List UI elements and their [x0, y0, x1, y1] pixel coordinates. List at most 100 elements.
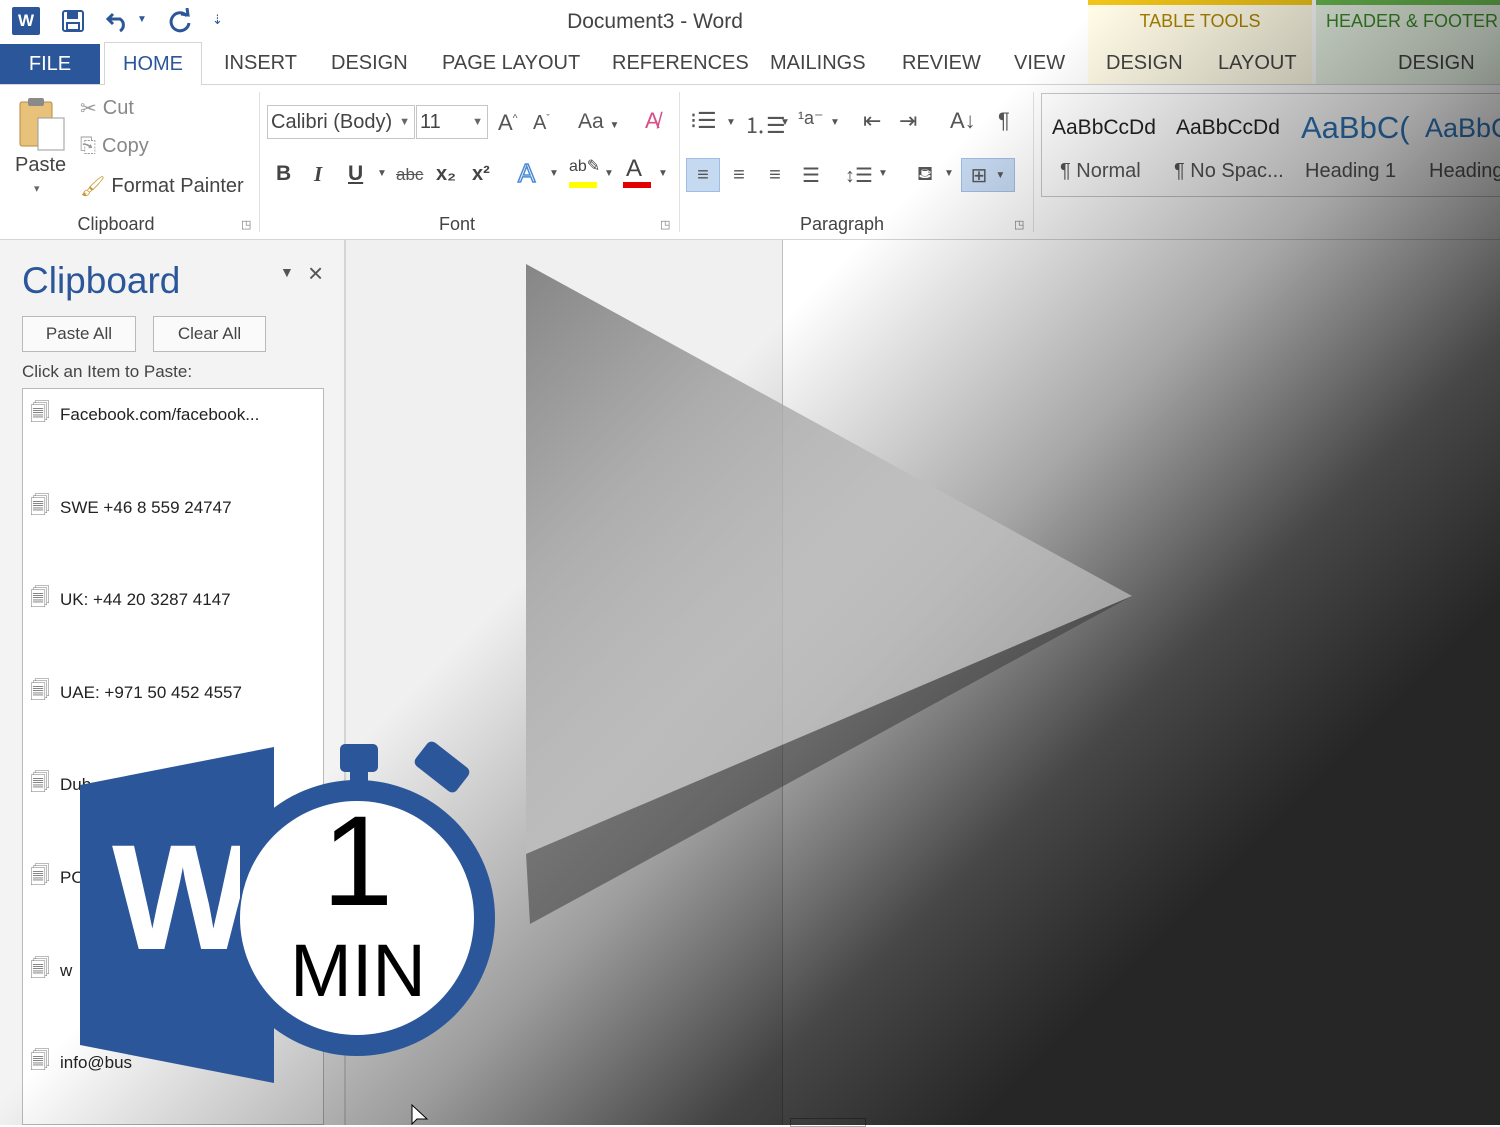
style-heading2-label[interactable]: Heading	[1429, 160, 1500, 183]
clipboard-item[interactable]: 🗐 UAE: +971 50 452 4557	[30, 676, 242, 710]
document-icon: 🗐	[30, 495, 50, 517]
highlight-color-swatch	[569, 182, 597, 188]
multilevel-list-icon[interactable]: ¹a⁻	[798, 108, 824, 129]
chevron-down-icon[interactable]: ▼	[549, 168, 559, 179]
tab-design[interactable]: DESIGN	[331, 52, 408, 75]
document-icon: 🗐	[30, 587, 50, 609]
close-icon[interactable]: ×	[308, 258, 323, 289]
chevron-down-icon[interactable]: ▼	[377, 168, 387, 179]
clipboard-launcher-icon[interactable]: ◳	[241, 218, 253, 231]
superscript-button[interactable]: x²	[472, 163, 490, 186]
chevron-down-icon[interactable]: ▼	[658, 168, 668, 179]
tab-review[interactable]: REVIEW	[902, 52, 981, 75]
tab-references[interactable]: REFERENCES	[612, 52, 749, 75]
table-move-handle[interactable]	[790, 1118, 866, 1127]
shading-icon[interactable]: ⛾	[908, 158, 942, 192]
chevron-down-icon[interactable]: ▼	[726, 117, 736, 128]
tab-page-layout[interactable]: PAGE LAYOUT	[442, 52, 580, 75]
paste-instruction: Click an Item to Paste:	[22, 362, 193, 381]
chevron-down-icon[interactable]: ▼	[780, 117, 790, 128]
pane-options-icon[interactable]: ▼	[280, 264, 294, 280]
font-color-icon[interactable]: A	[626, 155, 642, 183]
align-right-icon[interactable]: ≡	[758, 158, 792, 192]
style-no-spacing-label[interactable]: ¶ No Spac...	[1174, 160, 1284, 183]
font-size-combo[interactable]: 11 ▼	[416, 105, 488, 139]
clear-formatting-icon[interactable]: A̸	[645, 108, 660, 134]
chevron-down-icon[interactable]: ▼	[830, 117, 840, 128]
mouse-cursor-icon	[411, 1104, 429, 1125]
font-size-value: 11	[420, 110, 441, 133]
chevron-down-icon: ▼	[609, 120, 620, 131]
subscript-button[interactable]: x₂	[436, 163, 456, 186]
clipboard-item-text: Facebook.com/facebook...	[59, 405, 260, 424]
document-icon: 🗐	[30, 772, 50, 794]
chevron-down-icon[interactable]: ▼	[878, 168, 888, 179]
copy-icon: ⎘	[80, 135, 96, 157]
tab-mailings[interactable]: MAILINGS	[770, 52, 866, 75]
increase-indent-icon[interactable]: ⇥	[899, 108, 917, 134]
group-divider	[679, 92, 680, 232]
highlight-icon[interactable]: ab✎	[569, 156, 600, 176]
clipboard-item[interactable]: 🗐 SWE +46 8 559 24747	[30, 491, 232, 525]
stopwatch-unit: MIN	[290, 929, 426, 1012]
document-icon: 🗐	[30, 865, 50, 887]
decrease-indent-icon[interactable]: ⇤	[863, 108, 881, 134]
style-normal-sample[interactable]: AaBbCcDd	[1052, 116, 1156, 140]
change-case-button[interactable]: Aa ▼	[578, 110, 619, 134]
copy-label: Copy	[102, 135, 149, 157]
paste-button[interactable]: Paste	[15, 154, 66, 177]
paragraph-group-label: Paragraph	[799, 214, 885, 234]
paragraph-launcher-icon[interactable]: ◳	[1014, 218, 1026, 231]
sort-icon[interactable]: A↓	[950, 108, 976, 134]
header-footer-tools-title: HEADER & FOOTER T	[1326, 11, 1500, 31]
shrink-font-icon[interactable]: Aˇ	[533, 112, 550, 135]
tab-header-footer-design[interactable]: DESIGN	[1398, 52, 1475, 75]
cut-button[interactable]: ✂ Cut	[80, 96, 134, 121]
play-icon[interactable]	[520, 258, 1140, 930]
group-divider	[259, 92, 260, 232]
style-normal-label[interactable]: ¶ Normal	[1060, 160, 1141, 183]
underline-button[interactable]: U	[348, 162, 363, 186]
clipboard-item[interactable]: 🗐 Facebook.com/facebook...	[30, 398, 259, 432]
show-formatting-marks-icon[interactable]: ¶	[998, 108, 1010, 134]
style-heading1-sample[interactable]: AaBbC(	[1301, 110, 1410, 146]
copy-button[interactable]: ⎘ Copy	[80, 135, 149, 158]
paste-icon[interactable]	[14, 96, 68, 152]
style-heading1-label[interactable]: Heading 1	[1305, 160, 1396, 183]
font-name-combo[interactable]: Calibri (Body) ▼	[267, 105, 415, 139]
strikethrough-button[interactable]: abc	[396, 165, 423, 185]
font-color-swatch	[623, 182, 651, 188]
clipboard-group-label: Clipboard	[77, 214, 155, 234]
clipboard-item[interactable]: 🗐 PO	[30, 861, 85, 895]
align-left-icon[interactable]: ≡	[686, 158, 720, 192]
chevron-down-icon[interactable]: ▼	[944, 168, 954, 179]
grow-font-icon[interactable]: A^	[498, 110, 517, 136]
clipboard-item-text: SWE +46 8 559 24747	[59, 498, 232, 517]
format-painter-button[interactable]: 🖌 Format Painter	[80, 174, 244, 199]
chevron-down-icon: ▼	[995, 169, 1006, 181]
tab-home[interactable]: HOME	[104, 42, 202, 86]
align-center-icon[interactable]: ≡	[722, 158, 756, 192]
bold-button[interactable]: B	[276, 162, 291, 186]
paste-all-button[interactable]: Paste All	[22, 316, 136, 352]
paintbrush-icon: 🖌	[80, 176, 106, 198]
justify-icon[interactable]: ☰	[794, 158, 828, 192]
tab-table-layout[interactable]: LAYOUT	[1218, 52, 1297, 75]
clipboard-item[interactable]: 🗐 w	[30, 954, 72, 988]
italic-button[interactable]: I	[314, 162, 322, 187]
line-spacing-icon[interactable]: ↕☰	[842, 158, 876, 192]
tab-table-design[interactable]: DESIGN	[1106, 52, 1183, 75]
paste-dropdown-icon[interactable]: ▾	[34, 182, 40, 195]
clipboard-item[interactable]: 🗐 UK: +44 20 3287 4147	[30, 583, 231, 617]
font-launcher-icon[interactable]: ◳	[660, 218, 672, 231]
style-heading2-sample[interactable]: AaBbC	[1425, 113, 1500, 144]
style-no-spacing-sample[interactable]: AaBbCcDd	[1176, 116, 1280, 140]
bullets-icon[interactable]: ⁝☰	[690, 108, 717, 134]
tab-insert[interactable]: INSERT	[224, 52, 297, 75]
text-effects-icon[interactable]: A	[517, 157, 536, 189]
tab-file[interactable]: FILE	[0, 44, 100, 84]
tab-view[interactable]: VIEW	[1014, 52, 1065, 75]
chevron-down-icon[interactable]: ▼	[604, 168, 614, 179]
clear-all-button[interactable]: Clear All	[153, 316, 266, 352]
borders-button[interactable]: ⊞ ▼	[961, 158, 1015, 192]
